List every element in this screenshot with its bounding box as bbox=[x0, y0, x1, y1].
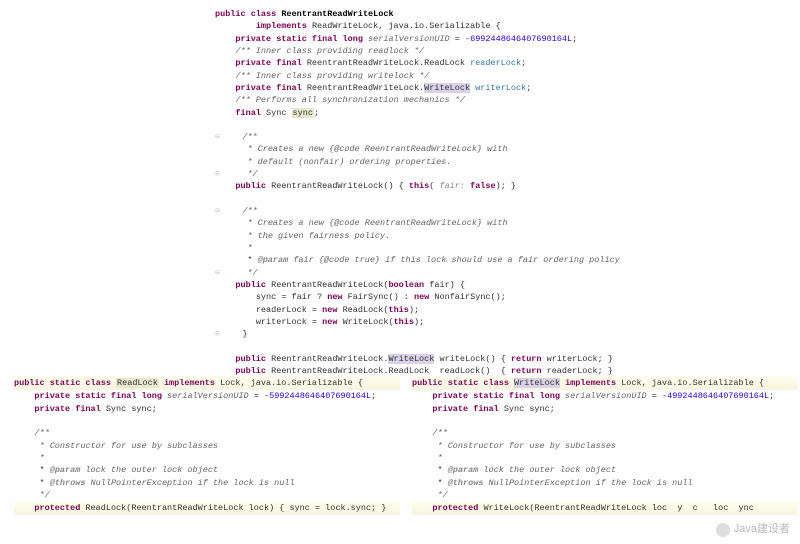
code-readlock: public static class ReadLock implements … bbox=[14, 376, 400, 515]
watermark: Java建设者 bbox=[716, 522, 790, 538]
code-main-class: public class ReentrantReadWriteLock impl… bbox=[215, 8, 620, 377]
watermark-icon bbox=[716, 523, 730, 537]
watermark-text: Java建设者 bbox=[734, 522, 790, 538]
code-writelock: public static class WriteLock implements… bbox=[412, 376, 798, 515]
